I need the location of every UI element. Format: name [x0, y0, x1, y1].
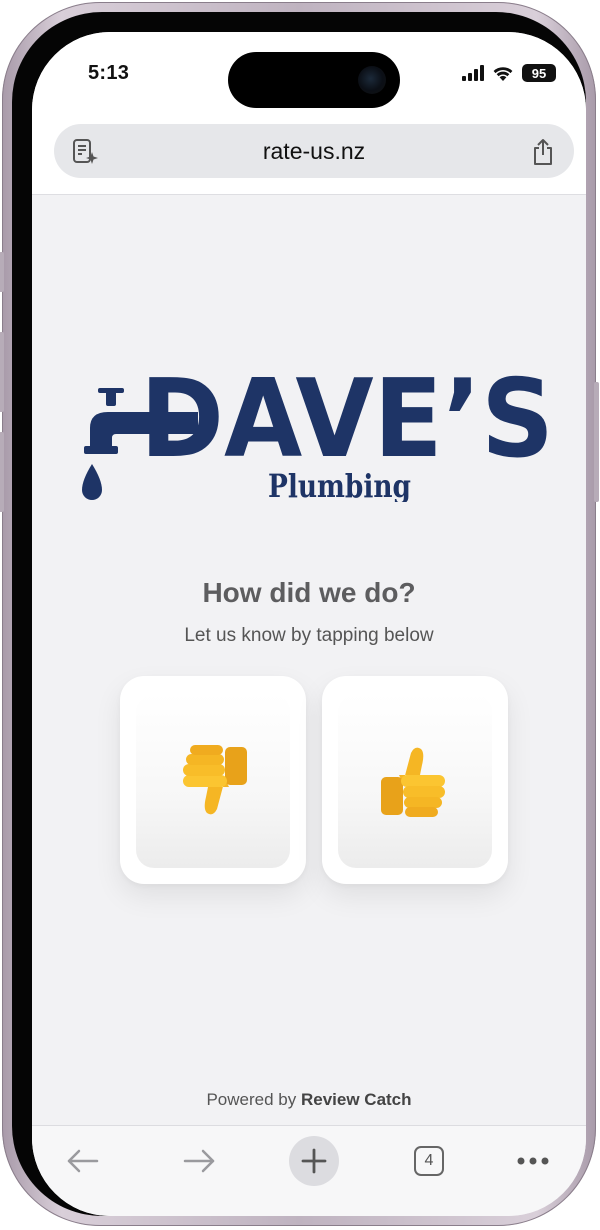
action-button	[0, 252, 4, 292]
page-subheading: Let us know by tapping below	[184, 625, 434, 646]
back-arrow-icon	[67, 1149, 99, 1173]
daves-plumbing-logo: DAVE’S Plumbing	[68, 342, 558, 507]
more-icon	[517, 1157, 549, 1165]
status-icons: 95	[462, 64, 556, 82]
thumbs-up-icon	[381, 747, 445, 817]
plus-icon	[301, 1148, 327, 1174]
tab-count: 4	[414, 1146, 444, 1176]
address-bar[interactable]: rate-us.nz	[54, 124, 574, 178]
cellular-signal-icon	[462, 65, 484, 81]
logo-brand-text: DAVE’S	[140, 357, 554, 482]
front-camera	[358, 66, 386, 94]
logo-subtitle-text: Plumbing	[268, 467, 411, 502]
back-button[interactable]	[58, 1136, 108, 1186]
powered-by-footer: Powered by Review Catch	[32, 1090, 586, 1110]
status-time: 5:13	[88, 62, 130, 84]
status-bar: 5:13 95	[32, 32, 586, 116]
powered-by-prefix: Powered by	[206, 1090, 297, 1109]
volume-up-button	[0, 332, 4, 412]
forward-button[interactable]	[174, 1136, 224, 1186]
volume-down-button	[0, 432, 4, 512]
screen: 5:13 95 rate-us.nz DAVE’S Plumbing How d…	[32, 32, 586, 1216]
browser-toolbar: 4	[32, 1125, 586, 1216]
wifi-icon	[493, 67, 513, 81]
dynamic-island	[228, 52, 400, 108]
new-tab-button[interactable]	[289, 1136, 339, 1186]
page-heading: How did we do?	[202, 577, 416, 608]
forward-arrow-icon	[183, 1149, 215, 1173]
battery-indicator: 95	[522, 64, 556, 82]
thumbs-down-icon	[183, 745, 247, 815]
thumbs-down-button[interactable]	[120, 676, 306, 884]
phone-frame: 5:13 95 rate-us.nz DAVE’S Plumbing How d…	[0, 2, 599, 1226]
tabs-button[interactable]: 4	[404, 1136, 454, 1186]
url-text[interactable]: rate-us.nz	[54, 138, 574, 165]
new-tab-circle	[289, 1136, 339, 1186]
more-button[interactable]	[508, 1136, 558, 1186]
thumbs-down-card-inner	[136, 694, 290, 868]
thumbs-up-card-inner	[338, 694, 492, 868]
powered-by-brand[interactable]: Review Catch	[301, 1090, 412, 1109]
logo-graphic: DAVE’S Plumbing	[82, 357, 554, 505]
bezel: 5:13 95 rate-us.nz DAVE’S Plumbing How d…	[12, 12, 586, 1216]
share-icon[interactable]	[530, 137, 556, 167]
power-button	[594, 382, 599, 502]
browser-top-bar: rate-us.nz	[32, 116, 586, 195]
thumbs-up-button[interactable]	[322, 676, 508, 884]
